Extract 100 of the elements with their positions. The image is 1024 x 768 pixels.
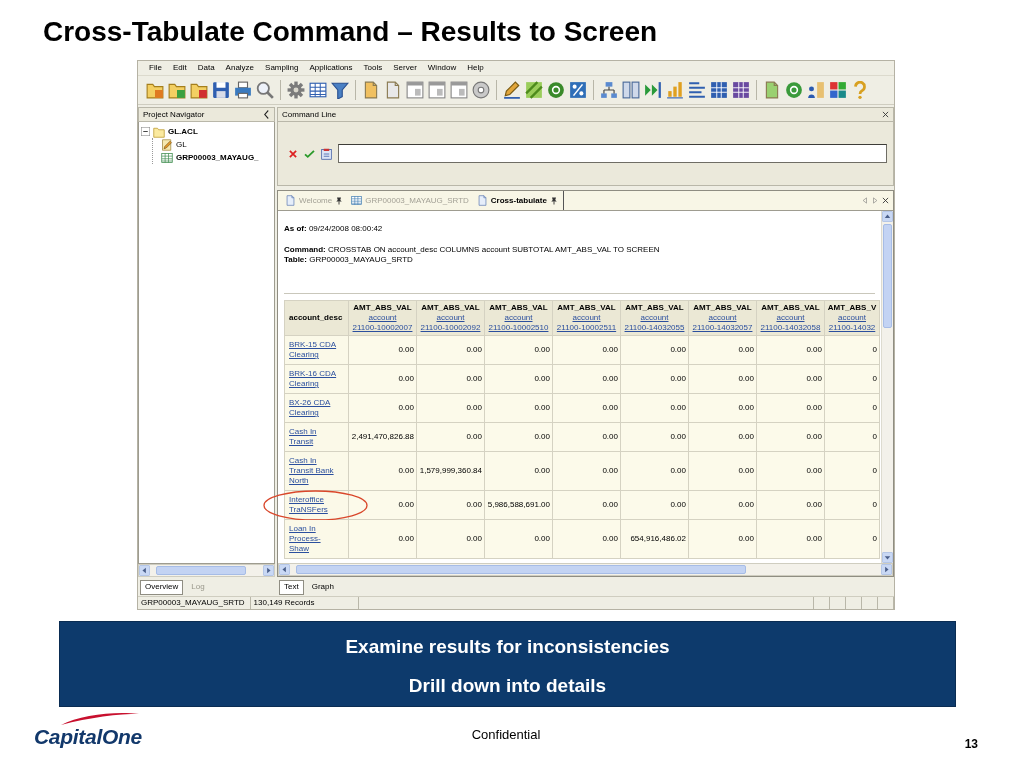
menu-item[interactable]: Tools — [358, 63, 388, 73]
table-cell: 0.00 — [756, 393, 825, 423]
row-label-link[interactable]: Loan In Process-Shaw — [289, 524, 337, 554]
close-icon[interactable] — [882, 111, 889, 118]
grid-icon[interactable] — [732, 81, 750, 99]
cross-icon[interactable] — [288, 148, 298, 159]
horizontal-scrollbar[interactable] — [138, 564, 275, 577]
table-cell: 0.00 — [620, 364, 689, 394]
table-cell: 0 — [824, 519, 880, 559]
column-value-link[interactable]: 21100-14032057 — [690, 323, 755, 333]
percent-icon[interactable] — [569, 81, 587, 99]
horizontal-scrollbar[interactable] — [278, 563, 893, 576]
scroll-thumb[interactable] — [296, 565, 746, 574]
menu-item[interactable]: Analyze — [220, 63, 260, 73]
column-field-link[interactable]: account — [622, 313, 687, 323]
lines-icon[interactable] — [688, 81, 706, 99]
column-field-link[interactable]: account — [758, 313, 823, 323]
folder-icon[interactable] — [168, 81, 186, 99]
columns-icon[interactable] — [622, 81, 640, 99]
table-cell: 0.00 — [552, 519, 621, 559]
table-cell: 0.00 — [348, 393, 417, 423]
column-field-link[interactable]: account — [350, 313, 415, 323]
person-icon[interactable] — [807, 81, 825, 99]
folder-icon[interactable] — [190, 81, 208, 99]
striped-square-icon[interactable] — [525, 81, 543, 99]
pin-icon[interactable] — [549, 196, 558, 205]
tab[interactable]: Cross-tabulate — [473, 191, 564, 210]
column-value-link[interactable]: 21100-10002092 — [418, 323, 483, 333]
circle-icon[interactable] — [785, 81, 803, 99]
triangle-left-icon[interactable] — [862, 197, 868, 204]
arrow-left-icon[interactable] — [279, 564, 290, 575]
tree-item[interactable]: GRP00003_MAYAUG_ — [176, 152, 259, 163]
table-icon[interactable] — [309, 81, 327, 99]
hierarchy-icon[interactable] — [600, 81, 618, 99]
triangle-right-icon[interactable] — [872, 197, 878, 204]
menu-item[interactable]: Sampling — [260, 63, 304, 73]
arrows-icon[interactable] — [644, 81, 662, 99]
row-label-link[interactable]: BX-26 CDA Clearing — [289, 398, 337, 418]
tab[interactable]: Overview — [140, 580, 184, 595]
arrow-up-icon[interactable] — [882, 211, 893, 222]
chevron-left-icon[interactable] — [263, 110, 270, 119]
row-label-link[interactable]: Cash In Transit — [289, 427, 337, 447]
grid-icon[interactable] — [710, 81, 728, 99]
document-icon[interactable] — [384, 81, 402, 99]
menu-item[interactable]: Data — [192, 63, 220, 73]
column-value-link[interactable]: 21100-10002007 — [350, 323, 415, 333]
window-icon[interactable] — [450, 81, 468, 99]
column-value-link[interactable]: 21100-14032 — [826, 323, 878, 333]
arrow-down-icon[interactable] — [882, 552, 893, 563]
window-icon[interactable] — [406, 81, 424, 99]
menu-item[interactable]: Applications — [304, 63, 358, 73]
document-icon[interactable] — [362, 81, 380, 99]
table-cell: 0.00 — [416, 422, 485, 452]
column-field-link[interactable]: account — [554, 313, 619, 323]
pencil-icon[interactable] — [503, 81, 521, 99]
window-icon[interactable] — [428, 81, 446, 99]
vertical-scrollbar[interactable] — [881, 211, 893, 563]
close-icon[interactable] — [882, 197, 889, 204]
funnel-icon[interactable] — [331, 81, 349, 99]
disc-icon[interactable] — [472, 81, 490, 99]
scroll-thumb[interactable] — [883, 224, 892, 328]
check-icon[interactable] — [304, 148, 315, 159]
row-label-link[interactable]: BRK-15 CDA Clearing — [289, 340, 337, 360]
search-icon[interactable] — [256, 81, 274, 99]
table-cell: 0.00 — [552, 422, 621, 452]
arrow-left-icon[interactable] — [139, 565, 150, 576]
column-value-link[interactable]: 21100-10002510 — [486, 323, 551, 333]
column-value-link[interactable]: 21100-10002511 — [554, 323, 619, 333]
tab[interactable]: Graph — [306, 580, 339, 595]
arrow-right-icon[interactable] — [881, 564, 892, 575]
arrow-right-icon[interactable] — [263, 565, 274, 576]
pin-icon[interactable] — [335, 196, 344, 205]
tree-item[interactable]: GL — [176, 139, 187, 150]
folder-icon[interactable] — [146, 81, 164, 99]
command-input[interactable] — [338, 144, 887, 163]
tree-item[interactable]: GL.ACL — [168, 126, 198, 137]
column-field-link[interactable]: account — [826, 313, 878, 323]
column-value-link[interactable]: 21100-14032055 — [622, 323, 687, 333]
column-field-link[interactable]: account — [690, 313, 755, 323]
document-icon[interactable] — [763, 81, 781, 99]
gear-icon[interactable] — [287, 81, 305, 99]
menu-item[interactable]: Edit — [167, 63, 192, 73]
tiles-icon[interactable] — [829, 81, 847, 99]
printer-icon[interactable] — [234, 81, 252, 99]
menu-item[interactable]: Server — [388, 63, 422, 73]
column-field-link[interactable]: account — [418, 313, 483, 323]
circle-icon[interactable] — [547, 81, 565, 99]
menu-item[interactable]: File — [144, 63, 167, 73]
confidential-label: Confidential — [471, 727, 541, 743]
tab[interactable]: Text — [279, 580, 304, 595]
menu-item[interactable]: Window — [422, 63, 462, 73]
clipboard-icon[interactable] — [321, 147, 332, 160]
bar-chart-icon[interactable] — [666, 81, 684, 99]
row-label-link[interactable]: Cash In Transit Bank North — [289, 456, 337, 486]
row-label-link[interactable]: BRK-16 CDA Clearing — [289, 369, 337, 389]
scroll-thumb[interactable] — [156, 566, 246, 575]
column-field-link[interactable]: account — [486, 313, 551, 323]
menu-item[interactable]: Help — [462, 63, 489, 73]
column-value-link[interactable]: 21100-14032058 — [758, 323, 823, 333]
collapse-box-icon[interactable] — [141, 127, 150, 136]
